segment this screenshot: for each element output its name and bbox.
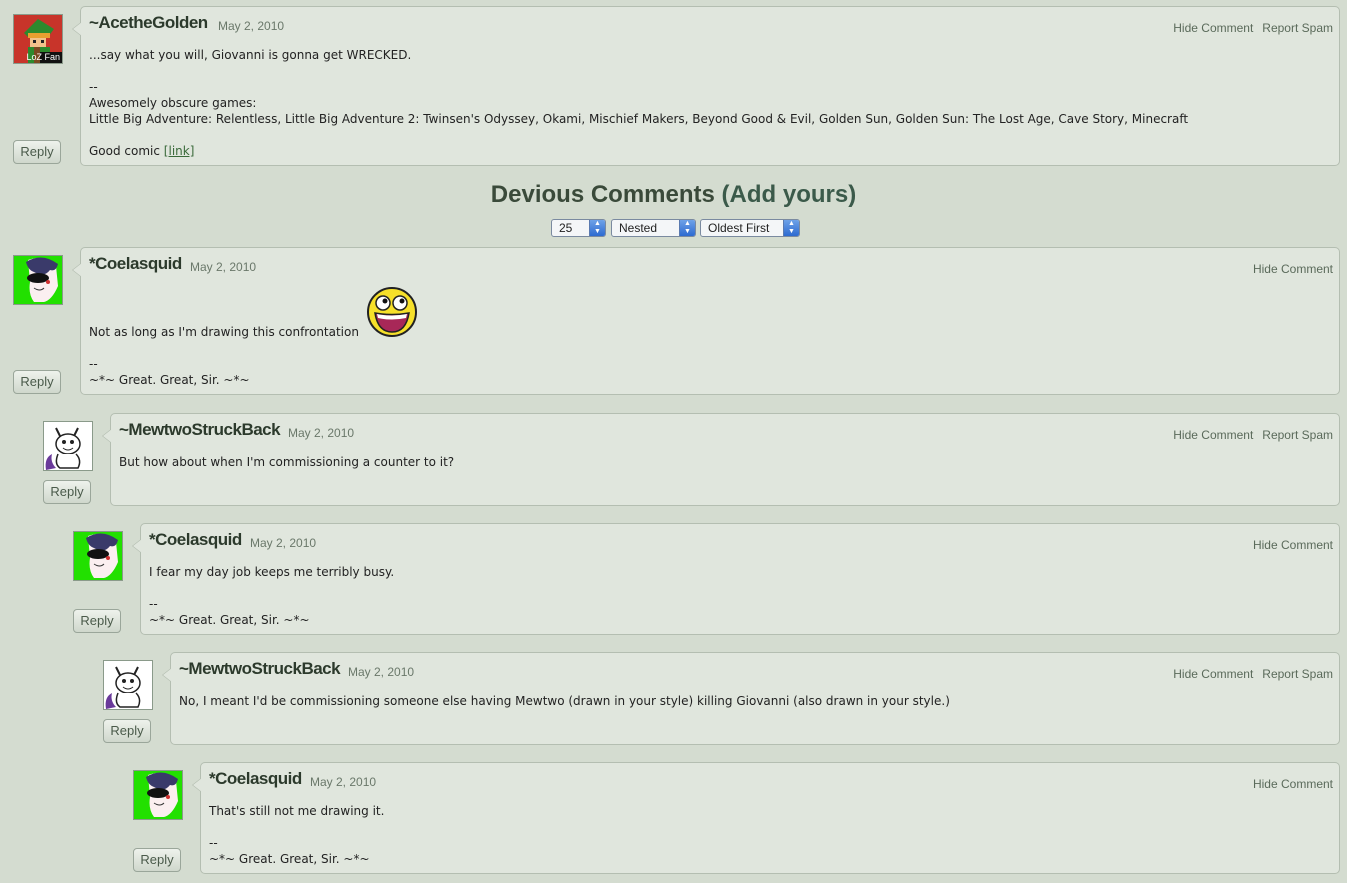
reply-button[interactable]: Reply <box>13 140 61 164</box>
comment-actions: Hide Comment Report Spam <box>1164 667 1333 681</box>
avatar-acethegolden[interactable]: LoZ Fan <box>13 14 63 64</box>
comment-box: ~MewtwoStruckBack May 2, 2010 Hide Comme… <box>102 413 1340 506</box>
comment-text: ...say what you will, Giovanni is gonna … <box>89 48 1189 158</box>
comment-box: *Coelasquid May 2, 2010 Hide Comment Not… <box>72 247 1340 395</box>
comment-actions: Hide Comment <box>1244 262 1333 276</box>
avatar-mewtwostruckback[interactable] <box>103 660 153 710</box>
comment-body: No, I meant I'd be commissioning someone… <box>179 694 950 708</box>
reply-button[interactable]: Reply <box>133 848 181 872</box>
hide-comment-link[interactable]: Hide Comment <box>1253 538 1333 552</box>
add-comment-link[interactable]: (Add yours) <box>722 181 857 208</box>
select-arrows-icon: ▲ ▼ <box>589 220 605 236</box>
hide-comment-link[interactable]: Hide Comment <box>1173 21 1253 35</box>
hide-comment-link[interactable]: Hide Comment <box>1253 777 1333 791</box>
view-mode-value: Nested <box>619 221 658 235</box>
comment-author[interactable]: ~MewtwoStruckBack <box>119 420 281 440</box>
comment-box: *Coelasquid May 2, 2010 Hide Comment I f… <box>132 523 1340 635</box>
hide-comment-link[interactable]: Hide Comment <box>1173 428 1253 442</box>
comment-date: May 2, 2010 <box>310 775 377 789</box>
select-arrows-icon: ▲ ▼ <box>783 220 799 236</box>
comment-box: *Coelasquid May 2, 2010 Hide Comment Tha… <box>192 762 1340 874</box>
coelasquid-character-icon <box>14 256 62 304</box>
comment-actions: Hide Comment <box>1244 777 1333 791</box>
mewtwo-character-icon <box>104 661 152 709</box>
avatar-mewtwostruckback[interactable] <box>43 421 93 471</box>
coelasquid-character-icon <box>134 771 182 819</box>
hide-comment-link[interactable]: Hide Comment <box>1173 667 1253 681</box>
comment-author[interactable]: *Coelasquid <box>149 530 242 550</box>
section-title: Devious Comments <box>490 181 715 208</box>
sort-order-value: Oldest First <box>708 221 770 235</box>
hide-comment-link[interactable]: Hide Comment <box>1253 262 1333 276</box>
comment-author[interactable]: ~AcetheGolden <box>89 13 208 33</box>
reply-button[interactable]: Reply <box>103 719 151 743</box>
reply-button[interactable]: Reply <box>43 480 91 504</box>
comment-actions: Hide Comment Report Spam <box>1164 21 1333 35</box>
comment-box: ~AcetheGolden May 2, 2010 Hide Comment Re… <box>72 6 1340 166</box>
comment-actions: Hide Comment <box>1244 538 1333 552</box>
avatar-coelasquid[interactable] <box>133 770 183 820</box>
comment-date: May 2, 2010 <box>218 19 285 33</box>
comment-date: May 2, 2010 <box>190 260 257 274</box>
reply-button[interactable]: Reply <box>73 609 121 633</box>
select-arrows-icon: ▲ ▼ <box>679 220 695 236</box>
comment-date: May 2, 2010 <box>250 536 317 550</box>
comment-box: ~MewtwoStruckBack May 2, 2010 Hide Comme… <box>162 652 1340 745</box>
sort-order-select[interactable]: Oldest First ▲ ▼ <box>700 219 800 237</box>
comment-body: That's still not me drawing it. -- ~*~ G… <box>209 804 385 866</box>
comment-signature: -- ~*~ Great. Great, Sir. ~*~ <box>89 357 250 387</box>
mewtwo-character-icon <box>44 422 92 470</box>
comment-author[interactable]: ~MewtwoStruckBack <box>179 659 341 679</box>
comment-link[interactable]: [link] <box>164 144 195 158</box>
avatar-caption: LoZ Fan <box>26 52 60 62</box>
comment-author[interactable]: *Coelasquid <box>209 769 302 789</box>
awesome-smiley-icon <box>367 287 417 337</box>
comment-body: But how about when I'm commissioning a c… <box>119 455 455 469</box>
report-spam-link[interactable]: Report Spam <box>1262 428 1333 442</box>
view-mode-select[interactable]: Nested ▲ ▼ <box>611 219 696 237</box>
comment-body: ...say what you will, Giovanni is gonna … <box>89 47 1331 159</box>
per-page-select[interactable]: 25 ▲ ▼ <box>551 219 606 237</box>
comment-date: May 2, 2010 <box>288 426 355 440</box>
report-spam-link[interactable]: Report Spam <box>1262 667 1333 681</box>
avatar-coelasquid[interactable] <box>13 255 63 305</box>
comment-body: I fear my day job keeps me terribly busy… <box>149 565 395 627</box>
per-page-value: 25 <box>559 221 573 235</box>
comments-heading: Devious Comments (Add yours) <box>0 181 1347 209</box>
reply-button[interactable]: Reply <box>13 370 61 394</box>
comment-actions: Hide Comment Report Spam <box>1164 428 1333 442</box>
comment-body: Not as long as I'm drawing this confront… <box>89 325 359 339</box>
comment-author[interactable]: *Coelasquid <box>89 254 182 274</box>
comment-date: May 2, 2010 <box>348 665 415 679</box>
report-spam-link[interactable]: Report Spam <box>1262 21 1333 35</box>
coelasquid-character-icon <box>74 532 122 580</box>
avatar-coelasquid[interactable] <box>73 531 123 581</box>
